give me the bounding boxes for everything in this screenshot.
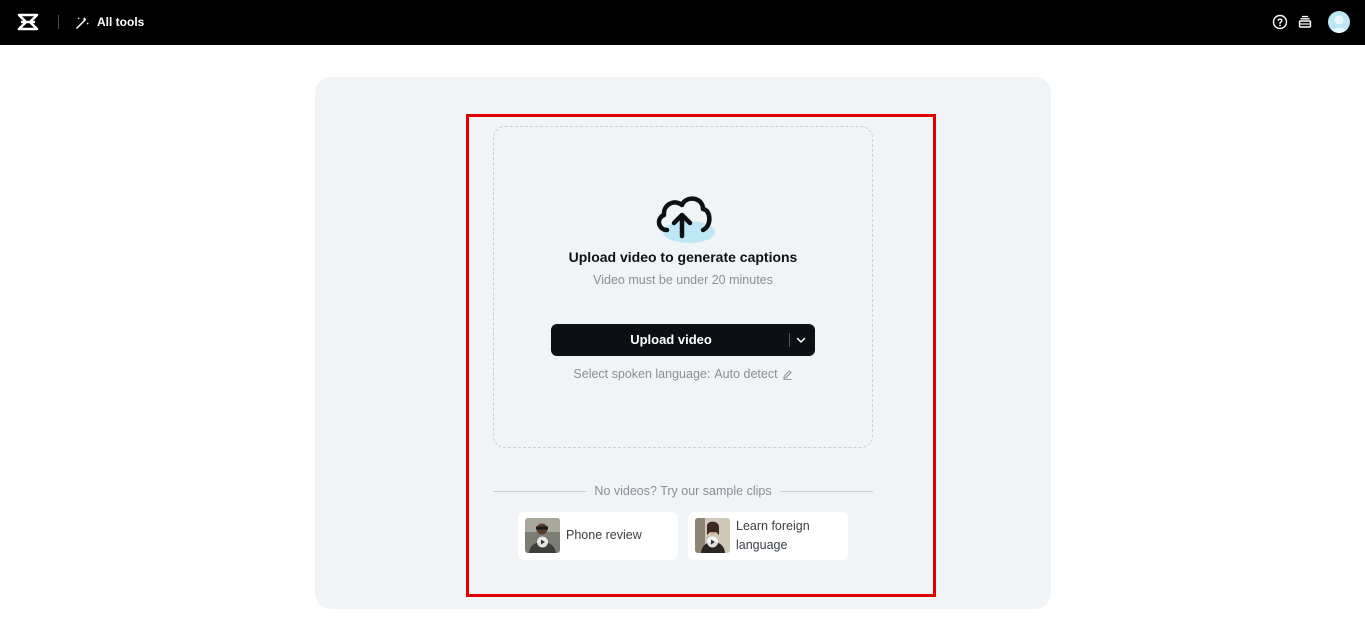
sample-clips-heading: No videos? Try our sample clips bbox=[594, 484, 772, 498]
layers-icon[interactable] bbox=[1297, 14, 1313, 30]
top-nav-bar: All tools bbox=[0, 0, 1365, 45]
user-avatar[interactable] bbox=[1328, 11, 1350, 33]
user-avatar-icon bbox=[1330, 15, 1348, 33]
upload-subtitle: Video must be under 20 minutes bbox=[593, 273, 773, 287]
upload-dropzone[interactable] bbox=[493, 126, 873, 448]
language-label: Select spoken language: bbox=[573, 367, 711, 381]
magic-wand-icon bbox=[76, 16, 90, 29]
cloud-upload-icon bbox=[656, 196, 715, 243]
help-circle-icon[interactable] bbox=[1272, 14, 1288, 30]
divider-line-right bbox=[779, 490, 873, 492]
sample-thumbnail bbox=[525, 518, 560, 553]
chevron-down-icon[interactable] bbox=[795, 334, 807, 346]
upload-video-label: Upload video bbox=[630, 332, 712, 347]
upload-title: Upload video to generate captions bbox=[568, 249, 798, 265]
upload-video-button[interactable]: Upload video bbox=[551, 324, 815, 356]
spoken-language-row: Select spoken language: Auto detect bbox=[493, 366, 873, 382]
button-separator bbox=[789, 333, 790, 347]
language-value[interactable]: Auto detect bbox=[714, 367, 777, 381]
pencil-icon[interactable] bbox=[782, 369, 793, 380]
sample-clip-learn-language[interactable]: Learn foreign language bbox=[688, 512, 848, 560]
nav-divider bbox=[58, 15, 59, 29]
capcut-logo-icon[interactable] bbox=[17, 12, 39, 32]
sample-label: Learn foreign language bbox=[736, 519, 810, 552]
sample-clip-phone-review[interactable]: Phone review bbox=[518, 512, 678, 560]
sample-clips-divider: No videos? Try our sample clips bbox=[493, 483, 873, 499]
divider-line-left bbox=[493, 490, 587, 492]
all-tools-button[interactable]: All tools bbox=[75, 13, 144, 31]
all-tools-label: All tools bbox=[97, 15, 145, 29]
sample-thumbnail bbox=[695, 518, 730, 553]
sample-label: Phone review bbox=[566, 528, 642, 542]
